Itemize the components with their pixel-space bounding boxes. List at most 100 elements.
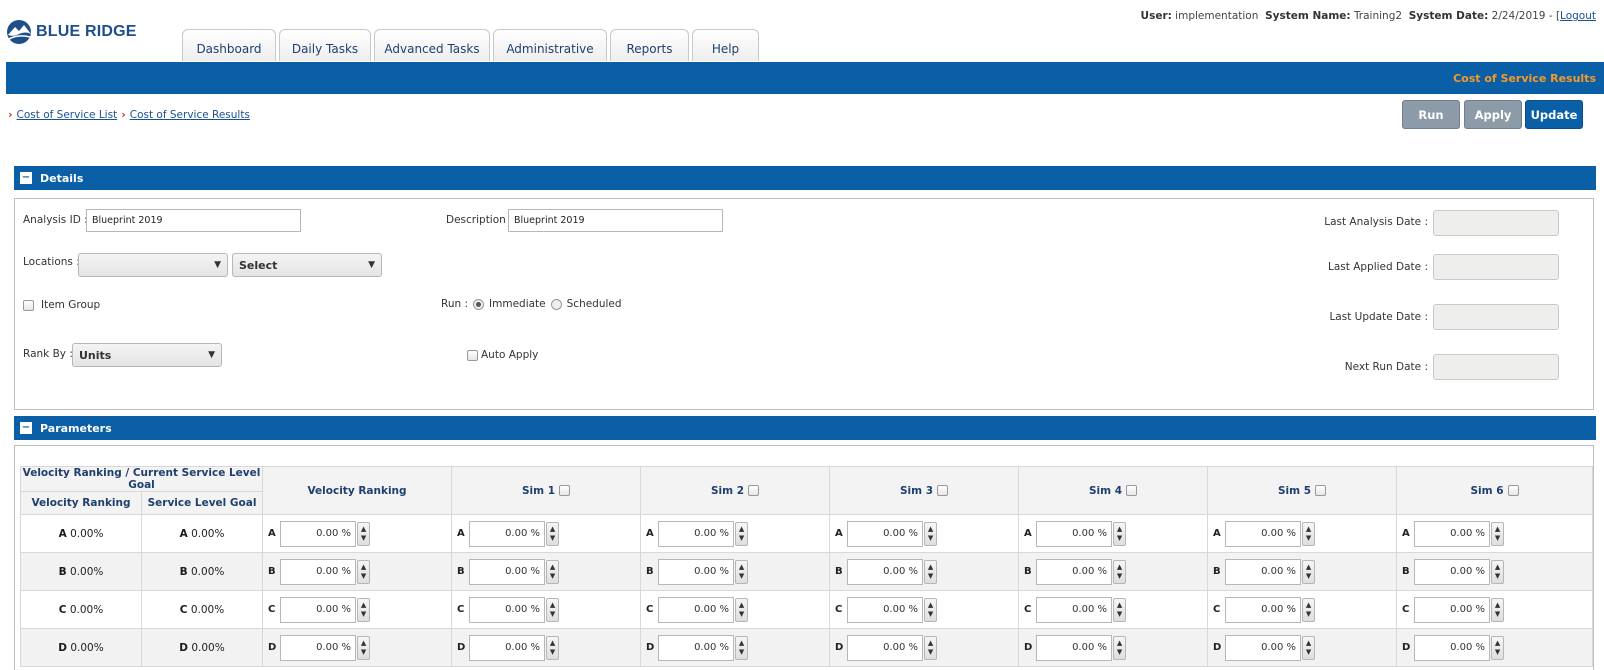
spinner-up-icon[interactable]: ▲ bbox=[1306, 601, 1311, 610]
spinner-up-icon[interactable]: ▲ bbox=[1117, 639, 1122, 648]
spinner-down-icon[interactable]: ▼ bbox=[1306, 572, 1311, 581]
spinner-up-icon[interactable]: ▲ bbox=[361, 525, 366, 534]
spinner-down-icon[interactable]: ▼ bbox=[1117, 572, 1122, 581]
spinner-arrows-icon[interactable]: ▲ ▼ bbox=[357, 597, 371, 622]
sim-4-percent-input[interactable]: 0.00 % bbox=[1036, 596, 1113, 623]
spinner-arrows-icon[interactable]: ▲ ▼ bbox=[546, 597, 560, 622]
details-section-header[interactable]: − Details bbox=[14, 166, 1596, 190]
spinner-arrows-icon[interactable]: ▲ ▼ bbox=[546, 521, 560, 546]
sim-1-percent-input[interactable]: 0.00 % bbox=[469, 634, 546, 661]
spinner-arrows-icon[interactable]: ▲ ▼ bbox=[735, 635, 749, 660]
spinner-up-icon[interactable]: ▲ bbox=[1306, 525, 1311, 534]
sim-3-percent-input[interactable]: 0.00 % bbox=[847, 520, 924, 547]
spinner-up-icon[interactable]: ▲ bbox=[1306, 639, 1311, 648]
spinner-down-icon[interactable]: ▼ bbox=[1117, 648, 1122, 657]
spinner-down-icon[interactable]: ▼ bbox=[1306, 534, 1311, 543]
spinner-arrows-icon[interactable]: ▲ ▼ bbox=[546, 559, 560, 584]
spinner-arrows-icon[interactable]: ▲ ▼ bbox=[924, 521, 938, 546]
spinner-down-icon[interactable]: ▼ bbox=[1495, 534, 1500, 543]
velocity-ranking-percent-input[interactable]: 0.00 % bbox=[280, 520, 357, 547]
sim-2-percent-input[interactable]: 0.00 % bbox=[658, 596, 735, 623]
spinner-down-icon[interactable]: ▼ bbox=[928, 572, 933, 581]
sim-5-percent-input[interactable]: 0.00 % bbox=[1225, 558, 1302, 585]
spinner-up-icon[interactable]: ▲ bbox=[1117, 563, 1122, 572]
spinner-arrows-icon[interactable]: ▲ ▼ bbox=[924, 559, 938, 584]
spinner-arrows-icon[interactable]: ▲ ▼ bbox=[1491, 597, 1505, 622]
spinner-down-icon[interactable]: ▼ bbox=[550, 534, 555, 543]
spinner-down-icon[interactable]: ▼ bbox=[1495, 648, 1500, 657]
sim-4-percent-input[interactable]: 0.00 % bbox=[1036, 558, 1113, 585]
spinner-down-icon[interactable]: ▼ bbox=[739, 648, 744, 657]
velocity-ranking-percent-input[interactable]: 0.00 % bbox=[280, 596, 357, 623]
spinner-down-icon[interactable]: ▼ bbox=[361, 572, 366, 581]
spinner-up-icon[interactable]: ▲ bbox=[928, 601, 933, 610]
velocity-ranking-percent-input[interactable]: 0.00 % bbox=[280, 558, 357, 585]
analysis-id-input[interactable]: Blueprint 2019 bbox=[86, 209, 301, 232]
spinner-down-icon[interactable]: ▼ bbox=[361, 534, 366, 543]
spinner-up-icon[interactable]: ▲ bbox=[550, 525, 555, 534]
sim-6-percent-input[interactable]: 0.00 % bbox=[1414, 596, 1491, 623]
spinner-up-icon[interactable]: ▲ bbox=[1495, 601, 1500, 610]
sim-3-percent-input[interactable]: 0.00 % bbox=[847, 596, 924, 623]
sim-1-percent-input[interactable]: 0.00 % bbox=[469, 520, 546, 547]
sim-3-percent-input[interactable]: 0.00 % bbox=[847, 634, 924, 661]
sim-5-percent-input[interactable]: 0.00 % bbox=[1225, 520, 1302, 547]
spinner-down-icon[interactable]: ▼ bbox=[361, 610, 366, 619]
spinner-arrows-icon[interactable]: ▲ ▼ bbox=[1491, 635, 1505, 660]
sim-4-percent-input[interactable]: 0.00 % bbox=[1036, 634, 1113, 661]
spinner-arrows-icon[interactable]: ▲ ▼ bbox=[1113, 521, 1127, 546]
breadcrumb-cost-of-service-results[interactable]: Cost of Service Results bbox=[130, 109, 250, 121]
spinner-arrows-icon[interactable]: ▲ ▼ bbox=[735, 559, 749, 584]
sim-2-percent-input[interactable]: 0.00 % bbox=[658, 634, 735, 661]
sim-5-percent-input[interactable]: 0.00 % bbox=[1225, 634, 1302, 661]
velocity-ranking-percent-input[interactable]: 0.00 % bbox=[280, 634, 357, 661]
spinner-down-icon[interactable]: ▼ bbox=[739, 572, 744, 581]
spinner-down-icon[interactable]: ▼ bbox=[1117, 534, 1122, 543]
sim-3-percent-input[interactable]: 0.00 % bbox=[847, 558, 924, 585]
spinner-up-icon[interactable]: ▲ bbox=[361, 563, 366, 572]
spinner-arrows-icon[interactable]: ▲ ▼ bbox=[1113, 559, 1127, 584]
sim-6-percent-input[interactable]: 0.00 % bbox=[1414, 520, 1491, 547]
spinner-up-icon[interactable]: ▲ bbox=[1495, 563, 1500, 572]
spinner-arrows-icon[interactable]: ▲ ▼ bbox=[1302, 521, 1316, 546]
spinner-down-icon[interactable]: ▼ bbox=[928, 534, 933, 543]
spinner-arrows-icon[interactable]: ▲ ▼ bbox=[357, 635, 371, 660]
sim-1-percent-input[interactable]: 0.00 % bbox=[469, 558, 546, 585]
tab-daily-tasks[interactable]: Daily Tasks bbox=[279, 29, 371, 61]
spinner-up-icon[interactable]: ▲ bbox=[928, 525, 933, 534]
spinner-up-icon[interactable]: ▲ bbox=[361, 601, 366, 610]
sim-1-checkbox[interactable] bbox=[559, 485, 571, 496]
tab-administrative[interactable]: Administrative bbox=[493, 29, 607, 61]
spinner-arrows-icon[interactable]: ▲ ▼ bbox=[357, 521, 371, 546]
spinner-down-icon[interactable]: ▼ bbox=[361, 648, 366, 657]
spinner-arrows-icon[interactable]: ▲ ▼ bbox=[1491, 521, 1505, 546]
sim-6-percent-input[interactable]: 0.00 % bbox=[1414, 634, 1491, 661]
spinner-down-icon[interactable]: ▼ bbox=[1306, 648, 1311, 657]
sim-3-checkbox[interactable] bbox=[937, 485, 949, 496]
run-immediate-radio[interactable] bbox=[473, 298, 485, 310]
spinner-up-icon[interactable]: ▲ bbox=[739, 525, 744, 534]
tab-advanced-tasks[interactable]: Advanced Tasks bbox=[374, 29, 490, 61]
spinner-up-icon[interactable]: ▲ bbox=[739, 639, 744, 648]
sim-2-percent-input[interactable]: 0.00 % bbox=[658, 520, 735, 547]
tab-dashboard[interactable]: Dashboard bbox=[182, 29, 276, 61]
sim-4-percent-input[interactable]: 0.00 % bbox=[1036, 520, 1113, 547]
run-button[interactable]: Run bbox=[1402, 100, 1460, 129]
spinner-up-icon[interactable]: ▲ bbox=[928, 639, 933, 648]
sim-6-percent-input[interactable]: 0.00 % bbox=[1414, 558, 1491, 585]
spinner-arrows-icon[interactable]: ▲ ▼ bbox=[735, 521, 749, 546]
spinner-up-icon[interactable]: ▲ bbox=[550, 601, 555, 610]
spinner-arrows-icon[interactable]: ▲ ▼ bbox=[1113, 635, 1127, 660]
spinner-arrows-icon[interactable]: ▲ ▼ bbox=[1302, 559, 1316, 584]
collapse-icon[interactable]: − bbox=[20, 422, 32, 434]
spinner-up-icon[interactable]: ▲ bbox=[1117, 525, 1122, 534]
item-group-checkbox[interactable] bbox=[23, 299, 34, 311]
rank-by-select[interactable]: Units ▼ bbox=[72, 343, 222, 367]
description-input[interactable]: Blueprint 2019 bbox=[508, 209, 723, 232]
spinner-arrows-icon[interactable]: ▲ ▼ bbox=[924, 597, 938, 622]
sim-5-percent-input[interactable]: 0.00 % bbox=[1225, 596, 1302, 623]
spinner-up-icon[interactable]: ▲ bbox=[1495, 639, 1500, 648]
spinner-up-icon[interactable]: ▲ bbox=[739, 601, 744, 610]
spinner-down-icon[interactable]: ▼ bbox=[928, 610, 933, 619]
spinner-up-icon[interactable]: ▲ bbox=[1117, 601, 1122, 610]
